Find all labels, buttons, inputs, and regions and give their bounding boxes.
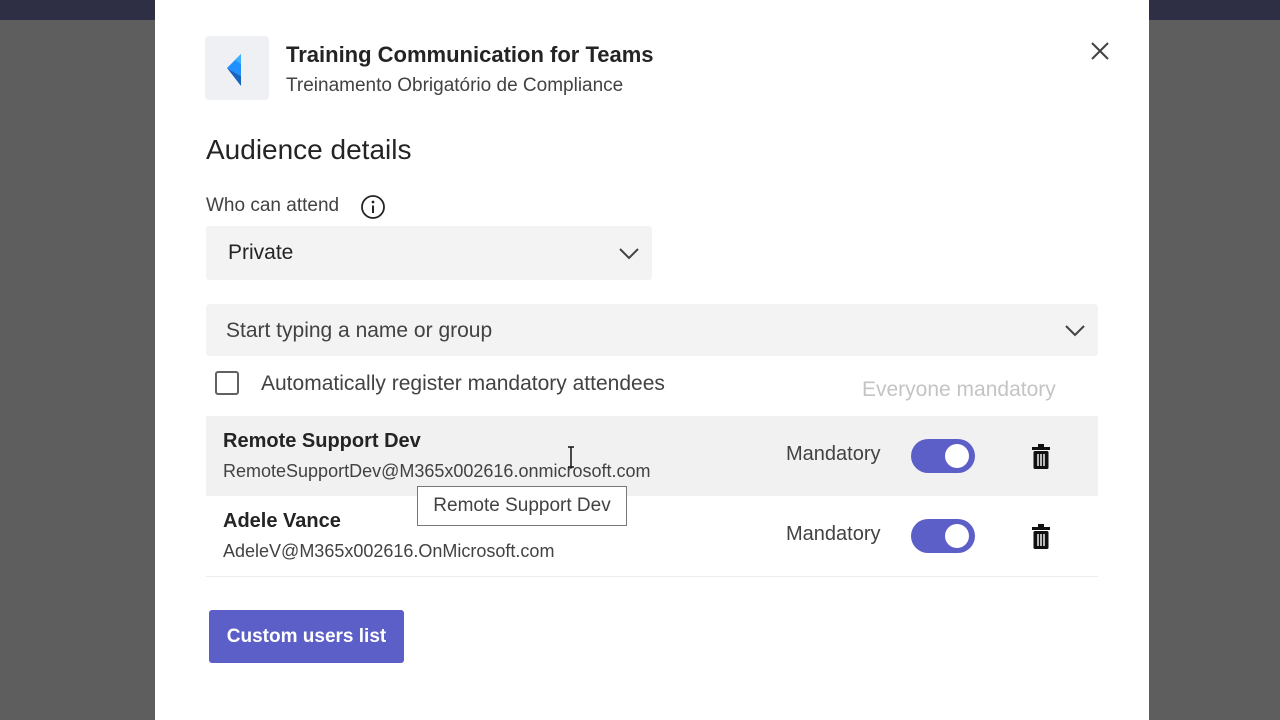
attendee-row: Remote Support Dev RemoteSupportDev@M365… bbox=[206, 416, 1098, 496]
app-title: Training Communication for Teams bbox=[286, 42, 654, 67]
chevron-down-icon bbox=[619, 248, 639, 260]
attendee-name: Adele Vance bbox=[223, 510, 341, 532]
trash-icon bbox=[1032, 524, 1050, 549]
custom-users-list-button[interactable]: Custom users list bbox=[209, 610, 404, 663]
everyone-mandatory-link[interactable]: Everyone mandatory bbox=[862, 378, 1056, 402]
mandatory-toggle[interactable] bbox=[911, 439, 975, 473]
training-app-logo-icon bbox=[205, 36, 269, 100]
text-cursor-icon bbox=[568, 446, 574, 468]
attendee-name: Remote Support Dev bbox=[223, 430, 421, 452]
audience-dialog: Training Communication for Teams Treinam… bbox=[155, 0, 1149, 720]
who-can-attend-label: Who can attend bbox=[206, 195, 340, 216]
people-picker-placeholder: Start typing a name or group bbox=[226, 319, 493, 342]
who-can-attend-select[interactable]: Private bbox=[206, 226, 652, 280]
close-icon bbox=[1091, 42, 1109, 60]
chevron-down-icon bbox=[1065, 325, 1085, 337]
mandatory-toggle[interactable] bbox=[911, 519, 975, 553]
auto-register-checkbox[interactable] bbox=[215, 371, 239, 395]
who-can-attend-value: Private bbox=[228, 241, 294, 264]
trash-icon bbox=[1032, 444, 1050, 469]
app-subtitle: Treinamento Obrigatório de Compliance bbox=[286, 75, 624, 96]
attendee-name-tooltip: Remote Support Dev bbox=[417, 486, 627, 526]
attendee-row: Adele Vance AdeleV@M365x002616.OnMicroso… bbox=[206, 496, 1098, 577]
attendee-email: AdeleV@M365x002616.OnMicrosoft.com bbox=[223, 541, 555, 561]
auto-register-label: Automatically register mandatory attende… bbox=[261, 372, 665, 395]
delete-attendee-button[interactable] bbox=[1030, 444, 1052, 470]
close-button[interactable] bbox=[1085, 36, 1115, 66]
mandatory-label: Mandatory bbox=[786, 443, 881, 465]
attendee-email: RemoteSupportDev@M365x002616.onmicrosoft… bbox=[223, 461, 651, 481]
toggle-knob bbox=[945, 444, 969, 468]
section-title: Audience details bbox=[206, 134, 412, 165]
info-icon[interactable] bbox=[360, 194, 386, 220]
delete-attendee-button[interactable] bbox=[1030, 524, 1052, 550]
mandatory-label: Mandatory bbox=[786, 523, 881, 545]
toggle-knob bbox=[945, 524, 969, 548]
people-picker-input[interactable]: Start typing a name or group bbox=[206, 304, 1098, 356]
